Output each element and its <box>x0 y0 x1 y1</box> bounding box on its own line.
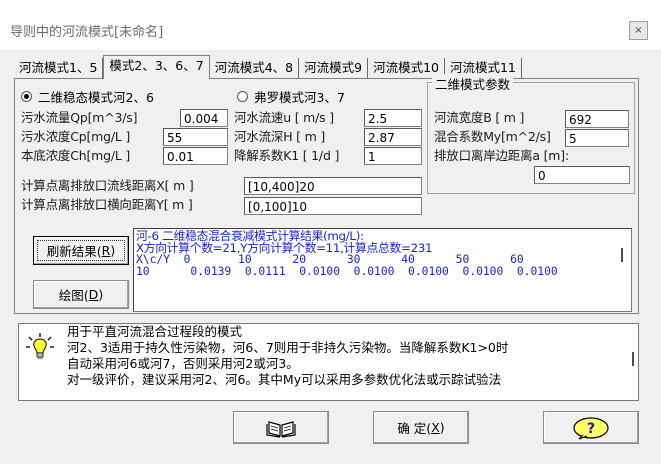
input-x-distance[interactable]: [10,400]20 <box>244 177 422 195</box>
svg-text:?: ? <box>587 421 595 437</box>
info-line-3: 自动采用河6或河7，否则采用河2或河3。 <box>67 356 299 371</box>
input-y-distance[interactable]: [0,100]10 <box>244 197 422 215</box>
input-wastewater-conc[interactable]: 55 <box>163 128 228 146</box>
window-title: 导则中的河流模式[未命名] <box>10 25 164 40</box>
dialog-window: 导则中的河流模式[未命名] × 河流模式1、5 模式2、3、6、7 河流模式4、… <box>0 0 661 464</box>
label-wastewater-flow: 污水流量Qp[m^3/s] <box>21 110 138 125</box>
plot-hotkey: D <box>88 287 99 302</box>
radio-fokker-label: 弗罗模式河3、7 <box>254 90 345 105</box>
info-scroll-marker <box>632 352 634 366</box>
title-bar: 导则中的河流模式[未命名] × <box>0 0 661 50</box>
tab-river-mode-1-5[interactable]: 河流模式1、5 <box>14 58 104 79</box>
input-river-depth[interactable]: 2.87 <box>364 128 422 146</box>
results-output[interactable]: 河-6 二维稳态混合衰减模式计算结果(mg/L): X方向计算个数=21,Y方向… <box>133 228 632 312</box>
ok-paren: ) <box>439 420 445 435</box>
radio-steady-indicator[interactable] <box>21 91 32 102</box>
refresh-results-button[interactable]: 刷新结果(R) <box>33 236 129 265</box>
input-river-velocity[interactable]: 2.5 <box>364 109 422 127</box>
label-outfall-distance: 排放口离岸边距离a [m]: <box>434 148 569 163</box>
input-mixing-coeff[interactable]: 5 <box>565 129 629 147</box>
ok-label: 确 定( <box>397 421 432 436</box>
ok-button[interactable]: 确 定(X) <box>373 411 469 444</box>
label-decay-coeff: 降解系数K1 [ 1/d ] <box>234 148 340 163</box>
radio-fokker-mode[interactable]: 弗罗模式河3、7 <box>237 87 345 106</box>
info-line-1: 用于平直河流混合过程段的模式 <box>67 324 243 339</box>
input-outfall-distance[interactable]: 0 <box>534 166 630 184</box>
results-header-row: X\c/Y 0 10 20 30 40 50 60 <box>136 253 524 266</box>
results-data-row: 10 0.0139 0.0111 0.0100 0.0100 0.0100 0.… <box>136 264 558 278</box>
help-icon: ? <box>571 416 611 440</box>
refresh-paren: ) <box>110 243 116 258</box>
refresh-hotkey: R <box>101 243 111 258</box>
plot-button[interactable]: 绘图(D) <box>33 280 129 309</box>
ok-hotkey: X <box>431 420 440 435</box>
help-button[interactable]: ? <box>543 411 639 444</box>
info-text: 用于平直河流混合过程段的模式 河2、3适用于持久性污染物，河6、7则用于非持久污… <box>67 324 627 388</box>
refresh-label: 刷新结果( <box>46 244 102 259</box>
input-background-conc[interactable]: 0.01 <box>163 147 228 165</box>
label-x-distance: 计算点离排放口流线距离X[ m ] <box>21 178 194 193</box>
close-button[interactable]: × <box>629 21 648 40</box>
group-2d-title: 二维模式参数 <box>432 74 514 93</box>
label-mixing-coeff: 混合系数My[m^2/s] <box>434 129 551 144</box>
info-box: 用于平直河流混合过程段的模式 河2、3适用于持久性污染物，河6、7则用于非持久污… <box>18 323 639 401</box>
input-decay-coeff[interactable]: 1 <box>364 147 422 165</box>
lightbulb-icon <box>25 332 55 362</box>
label-river-velocity: 河水流速u [ m/s ] <box>234 110 334 125</box>
results-scroll-marker <box>621 248 623 262</box>
radio-steady-mode[interactable]: 二维稳态模式河2、6 <box>21 87 154 106</box>
tab-mode-2-3-6-7[interactable]: 模式2、3、6、7 <box>103 55 210 79</box>
label-y-distance: 计算点离排放口横向距离Y[ m ] <box>21 197 193 212</box>
tab-bar: 河流模式1、5 模式2、3、6、7 河流模式4、8 河流模式9 河流模式10 河… <box>14 55 639 79</box>
info-line-2: 河2、3适用于持久性污染物，河6、7则用于非持久污染物。当降解系数K1>0时 <box>67 340 509 355</box>
book-button[interactable] <box>233 411 329 444</box>
tab-river-mode-9[interactable]: 河流模式9 <box>299 58 369 79</box>
tab-river-mode-4-8[interactable]: 河流模式4、8 <box>210 58 300 79</box>
input-river-width[interactable]: 692 <box>565 110 629 128</box>
plot-label: 绘图( <box>58 288 89 303</box>
info-line-4: 对一级评价，建议采用河2、河6。其中My可以采用多参数优化法或示踪试验法 <box>67 372 502 387</box>
label-river-depth: 河水流深H [ m ] <box>234 129 326 144</box>
radio-steady-label: 二维稳态模式河2、6 <box>38 90 154 105</box>
book-icon <box>265 418 297 438</box>
radio-fokker-indicator[interactable] <box>237 91 248 102</box>
label-river-width: 河流宽度B [ m ] <box>434 110 525 125</box>
label-background-conc: 本底浓度Ch[mg/L ] <box>21 148 131 163</box>
input-wastewater-flow[interactable]: 0.004 <box>180 109 228 127</box>
label-wastewater-conc: 污水浓度Cp[mg/L ] <box>21 129 131 144</box>
plot-paren: ) <box>98 287 104 302</box>
